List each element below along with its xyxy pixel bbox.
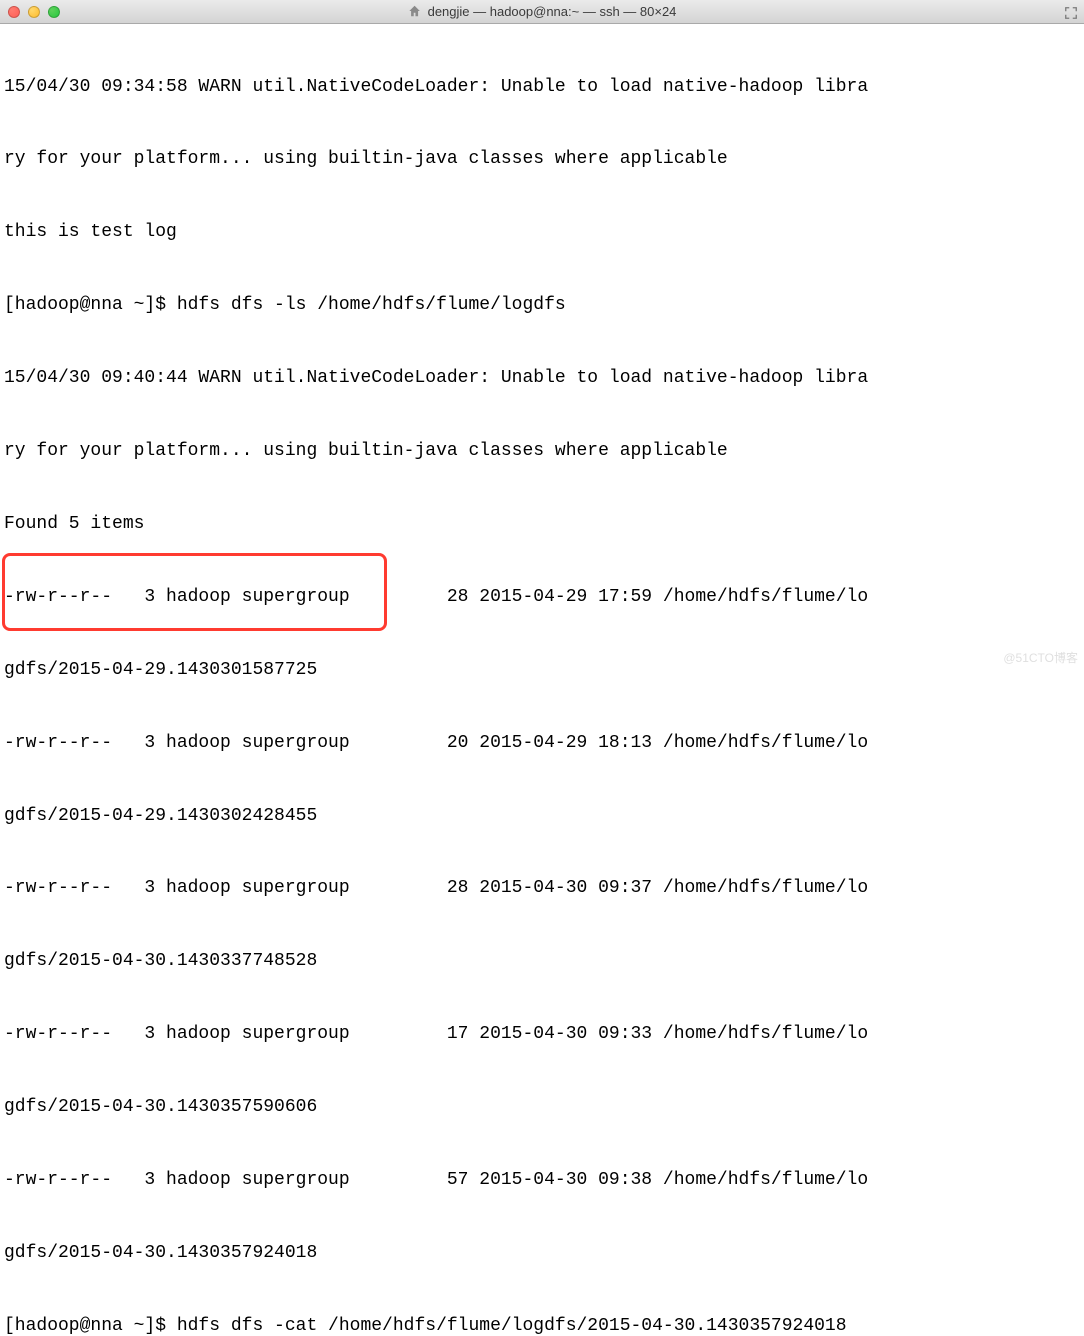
window-title-text: dengjie — hadoop@nna:~ — ssh — 80×24 [428,3,677,21]
minimize-window-button[interactable] [28,6,40,18]
terminal-line: ry for your platform... using builtin-ja… [4,147,1080,171]
terminal-line: gdfs/2015-04-29.1430302428455 [4,804,1080,828]
terminal-line: Found 5 items [4,512,1080,536]
terminal-line: this is test log [4,220,1080,244]
home-icon [408,4,422,18]
terminal-line: -rw-r--r-- 3 hadoop supergroup 17 2015-0… [4,1022,1080,1046]
terminal-line: -rw-r--r-- 3 hadoop supergroup 28 2015-0… [4,585,1080,609]
terminal-line: ry for your platform... using builtin-ja… [4,439,1080,463]
window-titlebar: dengjie — hadoop@nna:~ — ssh — 80×24 [0,0,1084,24]
terminal-line: [hadoop@nna ~]$ hdfs dfs -cat /home/hdfs… [4,1314,1080,1336]
close-window-button[interactable] [8,6,20,18]
terminal-line: gdfs/2015-04-30.1430337748528 [4,949,1080,973]
terminal-line: -rw-r--r-- 3 hadoop supergroup 28 2015-0… [4,876,1080,900]
terminal-line: 15/04/30 09:34:58 WARN util.NativeCodeLo… [4,75,1080,99]
terminal-line: gdfs/2015-04-30.1430357924018 [4,1241,1080,1265]
terminal-line: [hadoop@nna ~]$ hdfs dfs -ls /home/hdfs/… [4,293,1080,317]
terminal-output[interactable]: 15/04/30 09:34:58 WARN util.NativeCodeLo… [0,24,1084,1336]
terminal-line: gdfs/2015-04-30.1430357590606 [4,1095,1080,1119]
zoom-window-button[interactable] [48,6,60,18]
terminal-line: -rw-r--r-- 3 hadoop supergroup 57 2015-0… [4,1168,1080,1192]
terminal-line: -rw-r--r-- 3 hadoop supergroup 20 2015-0… [4,731,1080,755]
window-title: dengjie — hadoop@nna:~ — ssh — 80×24 [408,3,677,21]
expand-icon[interactable] [1064,4,1078,18]
traffic-lights [8,6,60,18]
terminal-line: 15/04/30 09:40:44 WARN util.NativeCodeLo… [4,366,1080,390]
terminal-line: gdfs/2015-04-29.1430301587725 [4,658,1080,682]
